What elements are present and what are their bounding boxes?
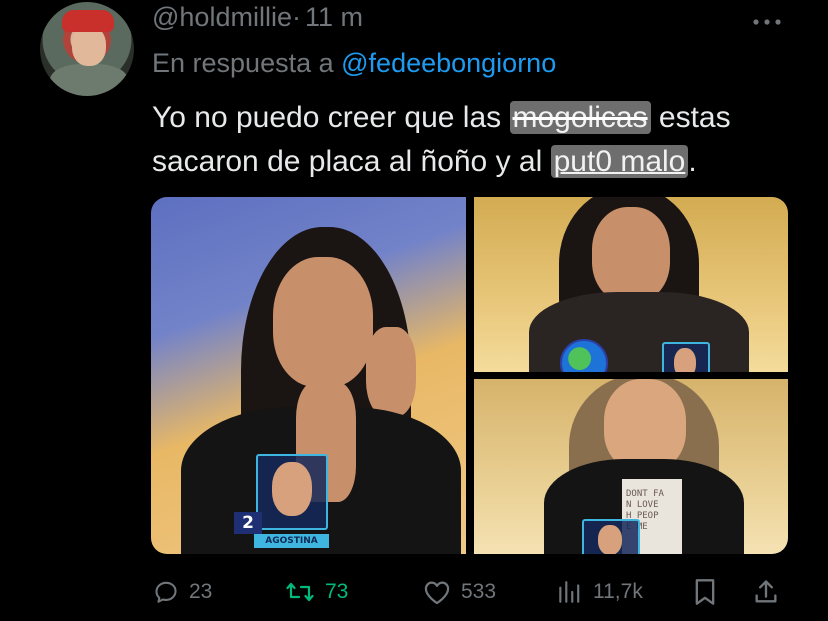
reply-count: 23 xyxy=(189,580,213,603)
shirt-line-1: DONT FA xyxy=(626,489,664,499)
photo-3[interactable]: DONT FA N LOVE H PEOP E ME xyxy=(474,379,788,554)
photo-1-hand-shape xyxy=(366,327,416,417)
tweet-actions-bar: 23 73 533 11,7k xyxy=(0,572,828,612)
more-options-button[interactable] xyxy=(752,8,782,32)
photo-2-face-shape xyxy=(592,207,670,302)
shirt-line-2: N LOVE xyxy=(626,500,659,510)
contestant-name: AGOSTINA xyxy=(254,534,329,548)
contestant-badge-2 xyxy=(662,342,710,372)
photo-3-face-shape xyxy=(604,379,686,471)
tweet-text-part3: . xyxy=(688,145,697,178)
contestant-badge-3 xyxy=(582,519,640,554)
retweet-icon xyxy=(286,582,314,602)
masked-word-2: put0 malo xyxy=(550,145,689,178)
masked-word-1: mogolicas xyxy=(509,101,651,134)
badge-portrait-2 xyxy=(674,348,696,372)
tweet-header: @holdmillie· 11 m xyxy=(152,2,363,33)
avatar-body-shape xyxy=(50,64,128,96)
photo-1-face-shape xyxy=(273,257,373,387)
bookmark-button[interactable] xyxy=(693,572,717,612)
reply-context: En respuesta a @fedeebongiorno xyxy=(152,48,556,79)
header-separator: · xyxy=(291,2,301,32)
view-count: 11,7k xyxy=(593,580,643,603)
views-chart-icon xyxy=(559,581,580,603)
user-handle[interactable]: @holdmillie xyxy=(152,2,292,32)
badge-portrait-3 xyxy=(598,525,622,554)
more-horizontal-icon xyxy=(753,19,781,25)
like-count: 533 xyxy=(461,580,497,603)
media-grid: 2 AGOSTINA DONT FA N LOVE H PEOP E ME xyxy=(151,197,788,554)
contestant-badge xyxy=(256,454,328,530)
views-button[interactable]: 11,7k xyxy=(555,572,643,612)
avatar-face-shape xyxy=(72,26,106,66)
reply-prefix: En respuesta a xyxy=(152,48,334,78)
share-button[interactable] xyxy=(752,572,780,612)
tweet-time[interactable]: 11 m xyxy=(305,2,363,32)
user-avatar[interactable] xyxy=(40,2,134,96)
tweet-text: Yo no puedo creer que las mogolicas esta… xyxy=(152,96,802,184)
photo-1[interactable]: 2 AGOSTINA xyxy=(151,197,466,554)
retweet-count: 73 xyxy=(325,580,349,603)
share-icon xyxy=(755,580,777,603)
contestant-number: 2 xyxy=(234,512,262,534)
bookmark-icon xyxy=(695,579,715,605)
reply-mention-link[interactable]: @fedeebongiorno xyxy=(341,48,556,78)
avatar-bandana-shape xyxy=(62,10,114,32)
badge-portrait xyxy=(272,462,312,516)
like-button[interactable]: 533 xyxy=(423,572,496,612)
heart-icon xyxy=(424,581,450,605)
retweet-button[interactable]: 73 xyxy=(285,572,348,612)
photo-2[interactable] xyxy=(474,197,788,372)
tweet-text-part1: Yo no puedo creer que las xyxy=(152,101,510,134)
reply-button[interactable]: 23 xyxy=(153,572,212,612)
reply-icon xyxy=(155,581,177,603)
